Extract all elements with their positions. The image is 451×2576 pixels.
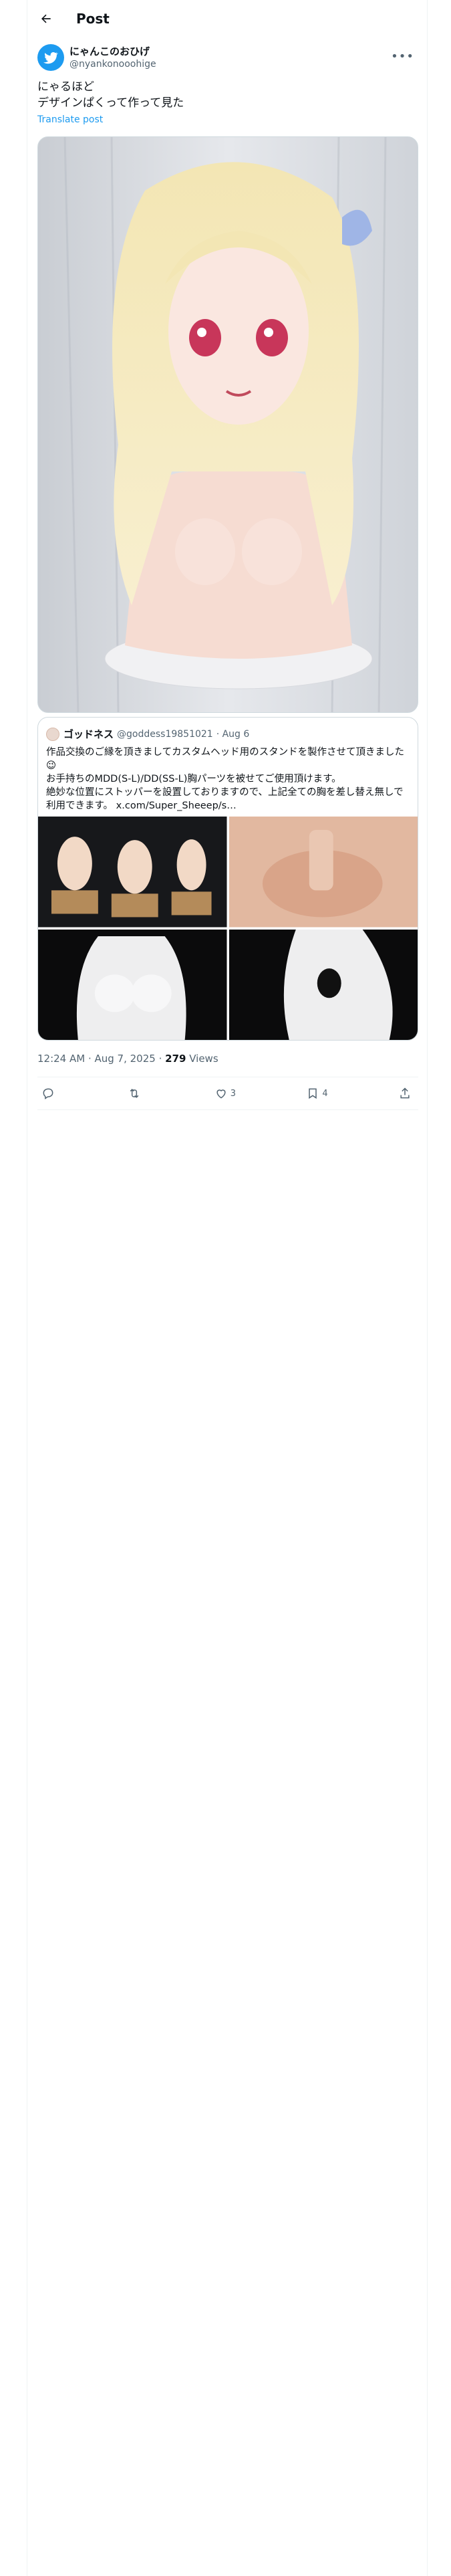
views-label: Views [189,1053,218,1065]
author-display-name[interactable]: にゃんこのおひげ [69,45,156,58]
heart-icon [216,1089,226,1099]
post-image[interactable] [37,136,418,713]
more-options-icon[interactable]: ••• [391,49,414,64]
share-button[interactable] [398,1087,414,1100]
divider [37,1109,418,1110]
bookmark-icon [309,1088,317,1099]
post-meta: 12:24 AM · Aug 7, 2025 · 279 Views [37,1053,218,1065]
quoted-image-1[interactable] [38,817,227,928]
doll-head-photo [38,137,418,712]
views-count: 279 [165,1053,186,1065]
repost-button[interactable] [128,1087,144,1100]
quoted-post-header: ゴッドネス @goddess19851021 · Aug 6 [46,727,249,741]
quoted-media-grid [38,817,418,1040]
arrow-left-icon [41,14,51,23]
bookmark-count: 4 [322,1088,328,1099]
bird-logo-icon [43,51,58,64]
repost-icon [130,1089,139,1098]
quoted-image-2[interactable] [229,817,418,928]
reply-icon [43,1088,53,1099]
quoted-post-text: 作品交換のご縁を頂きましてカスタムヘッド用のスタンドを製作させて頂きました😉 お… [46,747,405,811]
page-title: Post [76,11,110,27]
quoted-display-name: ゴッドネス [63,728,114,740]
quoted-avatar [46,727,59,741]
page-header: Post [27,0,428,37]
torso-stands-photo [38,817,227,928]
quoted-image-3[interactable] [38,929,227,1040]
back-button[interactable] [35,7,57,30]
stand-closeup-photo [229,817,418,928]
bookmark-button[interactable]: 4 [306,1087,328,1100]
like-count: 3 [230,1088,236,1099]
translate-post-link[interactable]: Translate post [37,114,103,125]
reply-button[interactable] [41,1087,57,1100]
share-icon [400,1087,410,1099]
action-bar: 3 4 [37,1077,418,1109]
quoted-date: · Aug 6 [216,728,250,740]
quoted-post[interactable]: ゴッドネス @goddess19851021 · Aug 6 作品交換のご縁を頂… [37,717,418,1041]
quoted-handle: @goddess19851021 [117,728,213,740]
quoted-image-4[interactable] [229,929,418,1040]
author-names: にゃんこのおひげ @nyankonooohige [69,45,156,70]
post-text: にゃるほど デザインぱくって作って見た [37,80,184,110]
author-handle[interactable]: @nyankonooohige [69,58,156,70]
white-torso-side-photo [229,929,418,1040]
white-torso-front-photo [38,929,227,1040]
post-timestamp[interactable]: 12:24 AM · Aug 7, 2025 · [37,1053,162,1065]
post-author: にゃんこのおひげ @nyankonooohige ••• [37,43,418,72]
avatar[interactable] [37,44,64,71]
like-button[interactable]: 3 [214,1087,236,1100]
